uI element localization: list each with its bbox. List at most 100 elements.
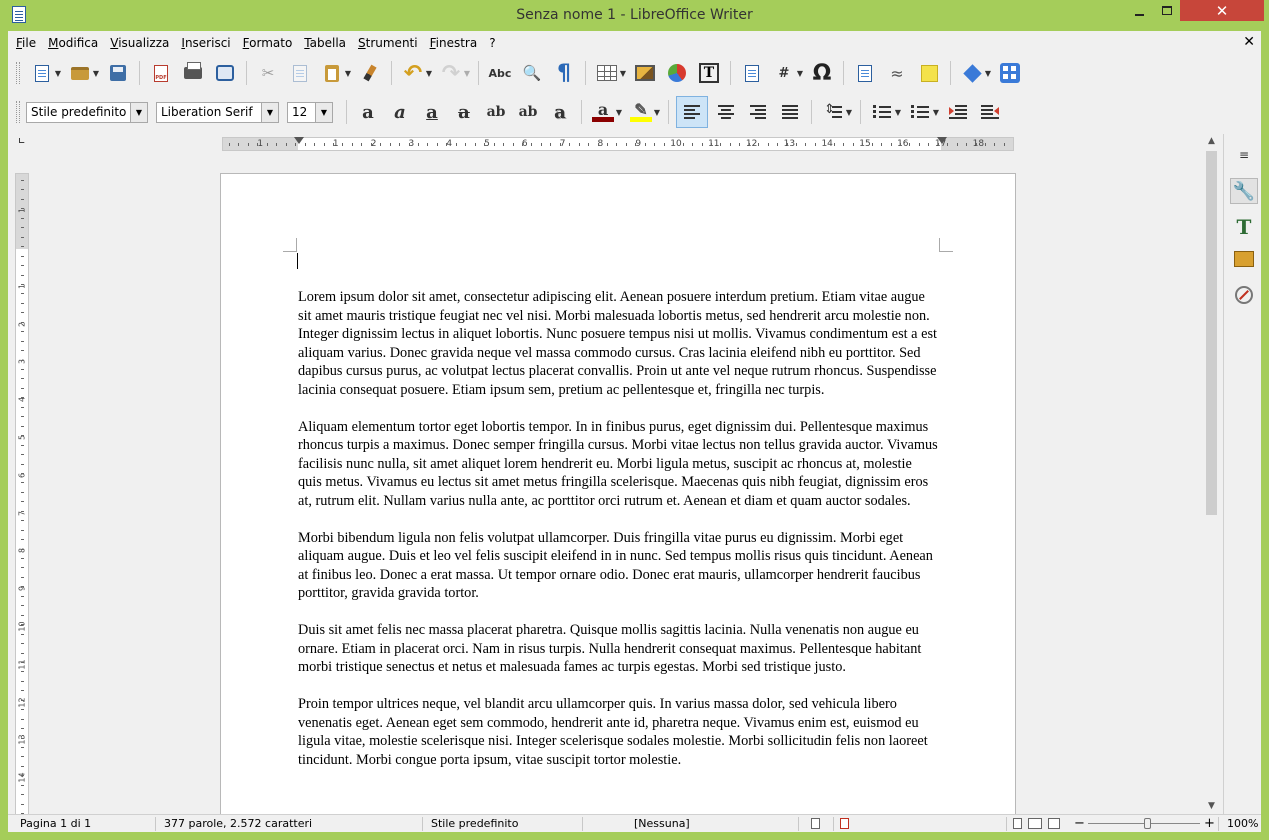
strikethrough-button[interactable]: a (452, 100, 476, 124)
comment-button[interactable] (917, 61, 941, 85)
document-body[interactable]: Lorem ipsum dolor sit amet, consectetur … (298, 288, 938, 788)
save-button[interactable] (106, 61, 130, 85)
decrease-indent-button[interactable] (978, 100, 1002, 124)
undo-button[interactable]: ↶ (401, 61, 425, 86)
zoom-percent[interactable]: 100% (1223, 815, 1258, 832)
sidebar-gallery-button[interactable] (1230, 246, 1258, 272)
print-preview-button[interactable] (213, 61, 237, 85)
increase-indent-button[interactable] (946, 100, 970, 124)
chevron-down-icon[interactable]: ▼ (130, 102, 147, 122)
new-document-button[interactable] (30, 61, 54, 85)
sidebar-navigator-button[interactable] (1230, 282, 1258, 308)
align-right-button[interactable] (746, 100, 770, 124)
open-button[interactable] (68, 61, 92, 85)
superscript-button[interactable]: ab (484, 100, 508, 124)
zoom-slider-thumb[interactable] (1144, 818, 1151, 829)
document-modified-icon[interactable] (840, 818, 849, 829)
insert-chart-button[interactable] (665, 61, 689, 85)
line-spacing-dropdown[interactable]: ▼ (845, 100, 853, 124)
font-size-select[interactable]: 12 ▼ (287, 101, 333, 123)
clone-formatting-button[interactable] (358, 61, 382, 85)
maximize-button[interactable] (1153, 0, 1180, 21)
menu-finestra[interactable]: Finestra (430, 34, 478, 52)
scrollbar-thumb[interactable] (1206, 151, 1217, 515)
numbered-list-dropdown[interactable]: ▼ (932, 100, 940, 124)
insert-table-button[interactable] (595, 61, 619, 85)
footnote-button[interactable] (853, 61, 877, 85)
document-page[interactable]: Lorem ipsum dolor sit amet, consectetur … (220, 173, 1016, 832)
insert-table-dropdown[interactable]: ▼ (619, 61, 627, 85)
line-spacing-button[interactable] (821, 100, 845, 124)
vertical-scrollbar[interactable]: ▲ ▼ (1204, 134, 1219, 814)
menu-visualizza[interactable]: Visualizza (110, 34, 169, 52)
minimize-button[interactable] (1126, 0, 1153, 21)
word-count-status[interactable]: 377 parole, 2.572 caratteri (160, 815, 312, 832)
paragraph[interactable]: Morbi bibendum ligula non felis volutpat… (298, 529, 938, 603)
page-break-button[interactable] (740, 61, 764, 85)
menu-modifica[interactable]: Modifica (48, 34, 98, 52)
shadow-button[interactable]: a (548, 100, 572, 124)
undo-dropdown[interactable]: ▼ (425, 61, 433, 85)
insert-field-dropdown[interactable]: ▼ (796, 61, 804, 85)
close-window-button[interactable]: ✕ (1180, 0, 1264, 21)
paragraph[interactable]: Duis sit amet felis nec massa placerat p… (298, 621, 938, 677)
menu-tabella[interactable]: Tabella (304, 34, 346, 52)
basic-shapes-dropdown[interactable]: ▼ (984, 61, 992, 85)
bold-button[interactable]: a (356, 100, 380, 124)
highlight-dropdown[interactable]: ▼ (653, 100, 661, 124)
toolbar-grip[interactable] (16, 62, 20, 84)
subscript-button[interactable]: ab (516, 100, 540, 124)
close-document-icon[interactable]: ✕ (1243, 34, 1255, 50)
language-status[interactable]: [Nessuna] (630, 815, 690, 832)
scroll-up-icon[interactable]: ▲ (1204, 134, 1219, 149)
sidebar-properties-button[interactable]: 🔧 (1230, 178, 1258, 204)
paragraph-style-select[interactable]: Stile predefinito ▼ (26, 101, 148, 123)
menu-help[interactable]: ? (489, 34, 495, 52)
numbered-list-button[interactable] (908, 100, 932, 124)
multi-page-view-icon[interactable] (1028, 818, 1042, 829)
paste-dropdown[interactable]: ▼ (344, 61, 352, 85)
toolbar-grip[interactable] (16, 101, 20, 123)
left-indent-marker[interactable] (294, 137, 304, 144)
redo-dropdown[interactable]: ▼ (463, 61, 471, 85)
cut-button[interactable]: ✂ (256, 61, 280, 85)
copy-button[interactable] (288, 61, 312, 85)
align-left-button[interactable] (676, 96, 708, 128)
hyperlink-button[interactable]: ≈ (885, 61, 909, 85)
horizontal-ruler[interactable]: 1 1 2 3 4 5 6 7 8 9 10 11 12 13 14 15 16 17 18 (222, 137, 1014, 151)
font-color-dropdown[interactable]: ▼ (615, 100, 623, 124)
font-name-select[interactable]: Liberation Serif ▼ (156, 101, 279, 123)
font-color-button[interactable]: a (591, 100, 615, 124)
chevron-down-icon[interactable]: ▼ (315, 102, 332, 122)
paste-button[interactable] (320, 61, 344, 85)
insert-field-button[interactable]: # (772, 61, 796, 85)
zoom-out-button[interactable]: − (1070, 815, 1085, 832)
italic-button[interactable]: a (388, 100, 412, 124)
menu-file[interactable]: File (16, 34, 36, 52)
vertical-ruler[interactable]: 1 1 2 3 4 5 6 7 8 9 10 11 12 13 14 (15, 173, 29, 832)
find-replace-button[interactable]: 🔍 (520, 61, 544, 85)
page-style-status[interactable]: Stile predefinito (427, 815, 518, 832)
justify-button[interactable] (778, 100, 802, 124)
menu-inserisci[interactable]: Inserisci (181, 34, 230, 52)
underline-button[interactable]: a (420, 100, 444, 124)
page-count-status[interactable]: Pagina 1 di 1 (16, 815, 91, 832)
paragraph[interactable]: Aliquam elementum tortor eget lobortis t… (298, 418, 938, 511)
highlight-button[interactable]: ✎ (629, 100, 653, 124)
insert-textbox-button[interactable]: T (697, 61, 721, 85)
sidebar-styles-button[interactable]: T (1230, 214, 1258, 240)
align-center-button[interactable] (714, 100, 738, 124)
redo-button[interactable]: ↷ (439, 61, 463, 86)
paragraph[interactable]: Proin tempor ultrices neque, vel blandit… (298, 695, 938, 769)
zoom-in-button[interactable]: + (1200, 815, 1215, 832)
open-dropdown[interactable]: ▼ (92, 61, 100, 85)
export-pdf-button[interactable]: PDF (149, 61, 173, 85)
insert-mode-icon[interactable] (811, 818, 820, 829)
bullet-list-button[interactable] (870, 100, 894, 124)
spelling-button[interactable]: Abc (488, 61, 512, 85)
special-character-button[interactable]: Ω (810, 61, 834, 86)
basic-shapes-button[interactable] (960, 61, 984, 85)
menu-formato[interactable]: Formato (243, 34, 293, 52)
insert-image-button[interactable] (633, 61, 657, 85)
ruler-tab-selector[interactable]: ∟ (18, 137, 26, 147)
